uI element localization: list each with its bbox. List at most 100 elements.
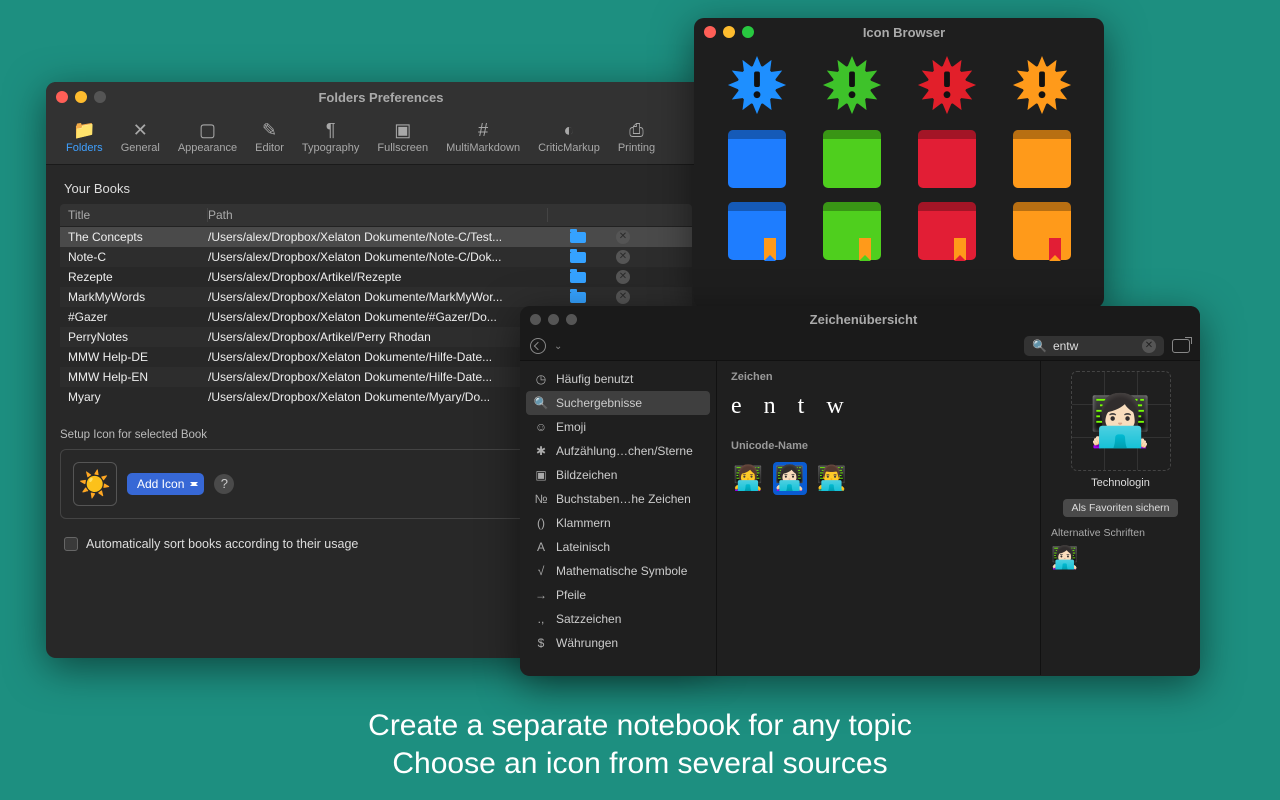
expand-icon[interactable] <box>1172 339 1190 353</box>
zoom-icon[interactable] <box>566 314 577 325</box>
toolbar-general[interactable]: ✕General <box>115 116 166 156</box>
zoom-icon[interactable] <box>742 26 754 38</box>
typography-icon: ¶ <box>302 118 359 142</box>
category-item[interactable]: √Mathematische Symbole <box>526 559 710 583</box>
toolbar-printing[interactable]: ⎙Printing <box>612 116 661 156</box>
minimize-icon[interactable] <box>548 314 559 325</box>
bookmark-icon[interactable] <box>728 202 786 260</box>
category-icon: √ <box>534 564 548 578</box>
printing-icon: ⎙ <box>618 118 655 142</box>
category-item[interactable]: ✱Aufzählung…chen/Sterne <box>526 439 710 463</box>
fullscreen-icon: ▣ <box>377 118 428 142</box>
category-icon: ◷ <box>534 372 548 386</box>
folder-icon <box>570 292 586 303</box>
folder-icon <box>570 232 586 243</box>
category-item[interactable]: ◷Häufig benutzt <box>526 367 710 391</box>
table-row[interactable]: MarkMyWords/Users/alex/Dropbox/Xelaton D… <box>60 287 692 307</box>
category-icon: ☺ <box>534 420 548 434</box>
auto-sort-checkbox[interactable] <box>64 537 78 551</box>
category-item[interactable]: $Währungen <box>526 631 710 655</box>
burst-icon[interactable] <box>726 54 788 116</box>
category-item[interactable]: №Buchstaben…he Zeichen <box>526 487 710 511</box>
emoji-result[interactable]: 👩🏻‍💻 <box>773 462 807 495</box>
alt-fonts-label: Alternative Schriften <box>1051 527 1190 539</box>
bookmark-icon[interactable] <box>1013 202 1071 260</box>
close-icon[interactable] <box>704 26 716 38</box>
selected-icon-preview[interactable]: ☀️ <box>73 462 117 506</box>
minimize-icon[interactable] <box>75 91 87 103</box>
category-item[interactable]: ALateinisch <box>526 535 710 559</box>
remove-icon[interactable]: ✕ <box>616 270 630 284</box>
category-item[interactable]: .,Satzzeichen <box>526 607 710 631</box>
clear-search-icon[interactable]: ✕ <box>1142 339 1156 353</box>
zoom-icon[interactable] <box>94 91 106 103</box>
toolbar-typography[interactable]: ¶Typography <box>296 116 365 156</box>
category-icon: → <box>534 588 548 602</box>
category-item[interactable]: 🔍Suchergebnisse <box>526 391 710 415</box>
character-detail: 👩🏻‍💻 Technologin Als Favoriten sichern A… <box>1040 361 1200 675</box>
character-name: Technologin <box>1051 477 1190 489</box>
category-icon: () <box>534 516 548 530</box>
alt-font-emoji[interactable]: 👩🏻‍💻 <box>1051 545 1190 571</box>
category-icon: ▣ <box>534 468 548 482</box>
book-icon[interactable] <box>823 130 881 188</box>
col-title[interactable]: Title <box>68 208 208 222</box>
character-results[interactable]: entw <box>731 393 1026 420</box>
table-row[interactable]: Note-C/Users/alex/Dropbox/Xelaton Dokume… <box>60 247 692 267</box>
bookmark-icon[interactable] <box>918 202 976 260</box>
add-icon-dropdown[interactable]: Add Icon <box>127 473 204 495</box>
table-row[interactable]: The Concepts/Users/alex/Dropbox/Xelaton … <box>60 227 692 247</box>
book-icon[interactable] <box>728 130 786 188</box>
prefs-title: Folders Preferences <box>106 90 656 105</box>
folders-icon: 📁 <box>66 118 103 142</box>
favorite-button[interactable]: Als Favoriten sichern <box>1063 499 1177 517</box>
toolbar-folders[interactable]: 📁Folders <box>60 116 109 156</box>
criticmarkup-icon: ◐ <box>538 118 600 142</box>
burst-icon[interactable] <box>916 54 978 116</box>
book-icon[interactable] <box>1013 130 1071 188</box>
close-icon[interactable] <box>56 91 68 103</box>
close-icon[interactable] <box>530 314 541 325</box>
burst-icon[interactable] <box>821 54 883 116</box>
ib-title: Icon Browser <box>754 25 1054 40</box>
burst-icon[interactable] <box>1011 54 1073 116</box>
character-main: Zeichen entw Unicode-Name 👩‍💻👩🏻‍💻👨‍💻 <box>716 361 1040 675</box>
help-button[interactable]: ? <box>214 474 234 494</box>
book-icon[interactable] <box>918 130 976 188</box>
zeichen-label: Zeichen <box>731 371 1026 383</box>
remove-icon[interactable]: ✕ <box>616 230 630 244</box>
prefs-titlebar[interactable]: Folders Preferences <box>46 82 706 112</box>
z-title: Zeichenübersicht <box>577 312 1150 327</box>
category-item[interactable]: ☺Emoji <box>526 415 710 439</box>
chevron-down-icon[interactable]: ⌄ <box>554 341 562 352</box>
multimarkdown-icon: # <box>446 118 520 142</box>
category-item[interactable]: →Pfeile <box>526 583 710 607</box>
table-header: Title Path <box>60 204 692 227</box>
z-titlebar[interactable]: Zeichenübersicht <box>520 306 1200 332</box>
emoji-result[interactable]: 👨‍💻 <box>815 462 849 495</box>
minimize-icon[interactable] <box>723 26 735 38</box>
search-value: entw <box>1053 339 1078 353</box>
col-path[interactable]: Path <box>208 208 548 222</box>
category-item[interactable]: ▣Bildzeichen <box>526 463 710 487</box>
search-input[interactable]: 🔍 entw ✕ <box>1024 336 1164 356</box>
character-viewer-window: Zeichenübersicht ⌄ 🔍 entw ✕ ◷Häufig benu… <box>520 306 1200 676</box>
editor-icon: ✎ <box>255 118 284 142</box>
ib-titlebar[interactable]: Icon Browser <box>694 18 1104 46</box>
remove-icon[interactable]: ✕ <box>616 290 630 304</box>
prefs-toolbar: 📁Folders✕General▢Appearance✎Editor¶Typog… <box>46 112 706 165</box>
character-preview: 👩🏻‍💻 <box>1071 371 1171 471</box>
toolbar-criticmarkup[interactable]: ◐CriticMarkup <box>532 116 606 156</box>
remove-icon[interactable]: ✕ <box>616 250 630 264</box>
toolbar-appearance[interactable]: ▢Appearance <box>172 116 243 156</box>
toolbar-editor[interactable]: ✎Editor <box>249 116 290 156</box>
category-icon: A <box>534 540 548 554</box>
back-icon[interactable] <box>530 338 546 354</box>
bookmark-icon[interactable] <box>823 202 881 260</box>
toolbar-fullscreen[interactable]: ▣Fullscreen <box>371 116 434 156</box>
toolbar-multimarkdown[interactable]: #MultiMarkdown <box>440 116 526 156</box>
table-row[interactable]: Rezepte/Users/alex/Dropbox/Artikel/Rezep… <box>60 267 692 287</box>
category-item[interactable]: ()Klammern <box>526 511 710 535</box>
general-icon: ✕ <box>121 118 160 142</box>
emoji-result[interactable]: 👩‍💻 <box>731 462 765 495</box>
